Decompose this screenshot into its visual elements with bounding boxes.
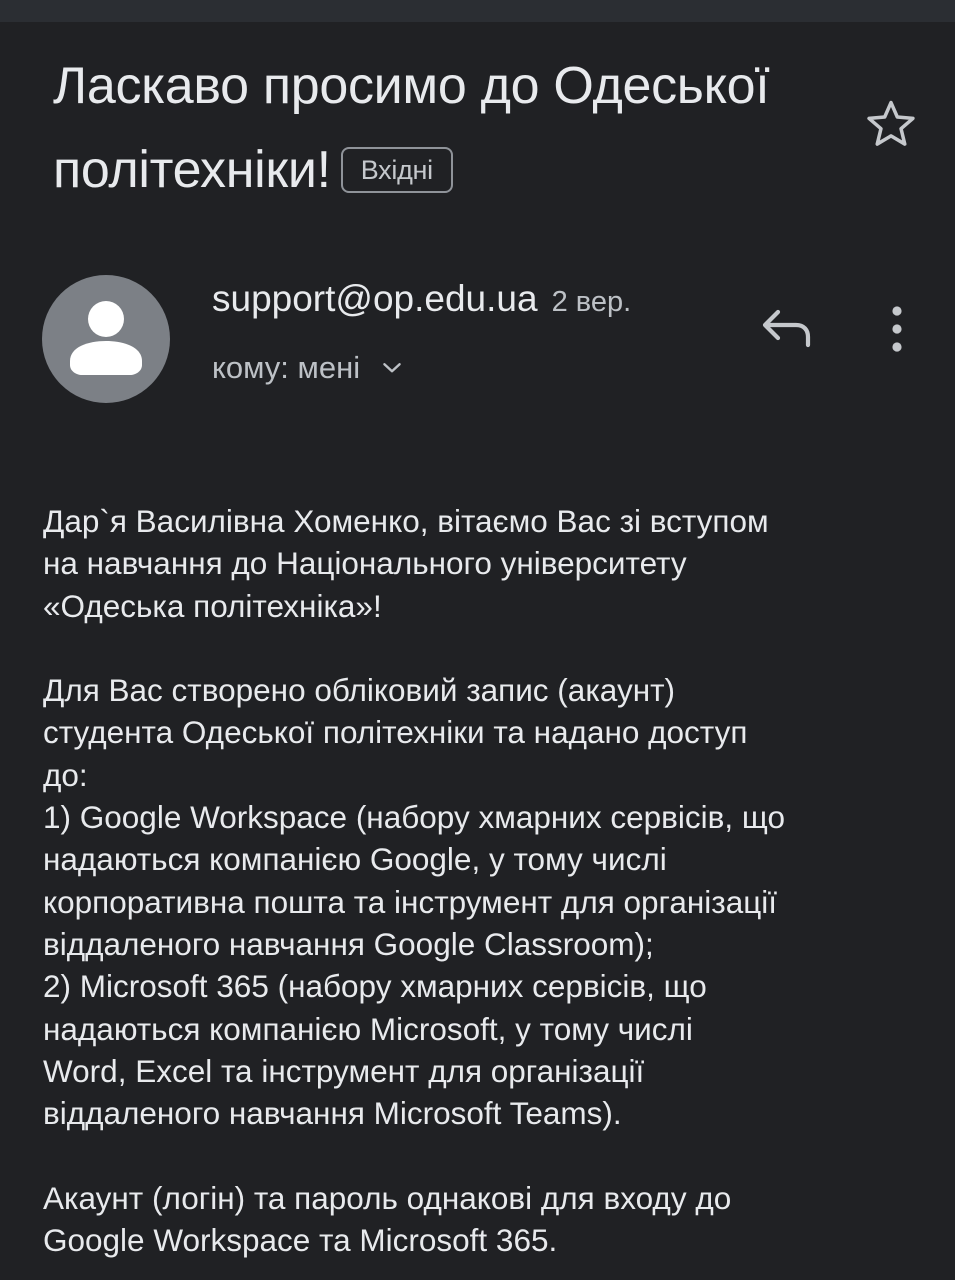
body-line: Акаунт (логін) та пароль однакові для вх… xyxy=(43,1179,732,1216)
star-icon[interactable] xyxy=(863,96,919,152)
reply-icon[interactable] xyxy=(758,302,814,352)
body-line: на навчання до Національного університет… xyxy=(43,545,687,582)
body-line: надаються компанією Microsoft, у тому чи… xyxy=(43,1010,693,1047)
body-line: віддаленого навчання Google Classroom); xyxy=(43,925,654,962)
email-body: Дар`я Василівна Хоменко, вітаємо Вас зі … xyxy=(43,500,938,1261)
chevron-down-icon xyxy=(382,362,401,373)
recipient-text: кому: мені xyxy=(212,350,361,385)
email-date: 2 вер. xyxy=(551,286,632,318)
body-line: Google Workspace та Microsoft 365. xyxy=(43,1222,558,1259)
inbox-label-chip[interactable]: Вхідні xyxy=(340,147,453,194)
sender-line[interactable]: support@op.edu.ua 2 вер. xyxy=(212,278,631,320)
body-line: надаються компанією Google, у тому числі xyxy=(43,841,667,878)
body-line: студента Одеської політехніки та надано … xyxy=(43,714,748,751)
body-line: 2) Microsoft 365 (набору хмарних сервісі… xyxy=(43,968,707,1005)
sender-address: support@op.edu.ua xyxy=(212,278,538,319)
body-line: Для Вас створено обліковий запис (акаунт… xyxy=(43,672,676,709)
body-line: віддаленого навчання Microsoft Teams). xyxy=(43,1095,622,1132)
email-header: Ласкаво просимо до Одеської політехніки!… xyxy=(53,44,823,212)
body-line: Word, Excel та інструмент для організаці… xyxy=(43,1052,645,1089)
person-icon xyxy=(70,301,142,375)
email-subject: Ласкаво просимо до Одеської політехніки!… xyxy=(53,44,823,212)
recipient-toggle[interactable]: кому: мені xyxy=(212,350,405,386)
body-line: 1) Google Workspace (набору хмарних серв… xyxy=(43,799,785,836)
body-line: корпоративна пошта та інструмент для орг… xyxy=(43,883,778,920)
status-bar xyxy=(0,0,955,22)
body-line: до: xyxy=(43,756,88,793)
body-line: Дар`я Василівна Хоменко, вітаємо Вас зі … xyxy=(43,503,769,539)
sender-avatar[interactable] xyxy=(42,275,170,403)
more-vert-icon[interactable] xyxy=(880,302,914,356)
body-line: «Одеська політехніка»! xyxy=(43,587,382,624)
